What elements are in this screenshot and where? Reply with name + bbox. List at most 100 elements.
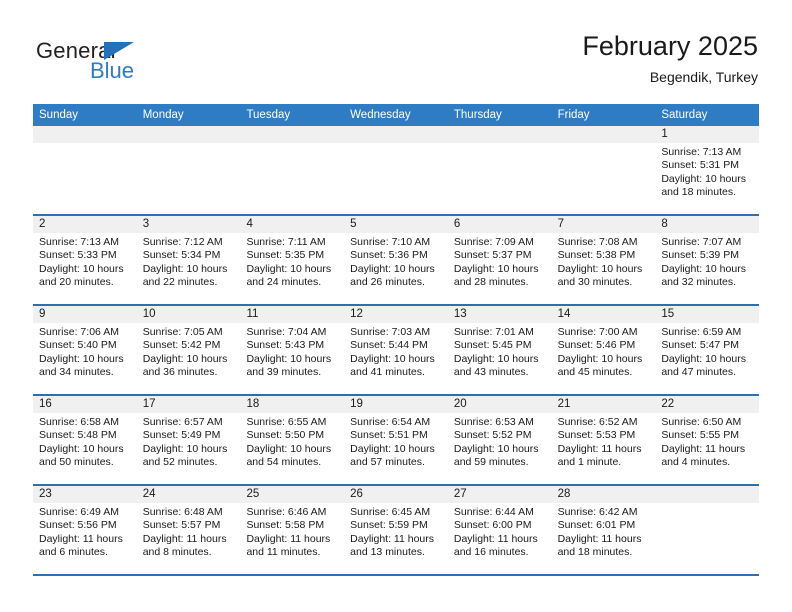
daylight-text-line2: and 30 minutes. xyxy=(557,276,633,289)
sunrise-text: Sunrise: 7:04 AM xyxy=(246,326,327,338)
sunrise-text: Sunrise: 7:03 AM xyxy=(350,326,431,338)
calendar-day-cell[interactable]: 28 Sunrise: 6:42 AM Sunset: 6:01 PM Dayligh… xyxy=(551,486,656,574)
calendar-day-cell[interactable]: 11 Sunrise: 7:04 AM Sunset: 5:43 PM Dayligh… xyxy=(240,306,345,394)
calendar-day-cell[interactable]: 12 Sunrise: 7:03 AM Sunset: 5:44 PM Dayligh… xyxy=(344,306,448,394)
day-number: 5 xyxy=(344,216,448,233)
daylight-text-line2: and 16 minutes. xyxy=(453,546,529,559)
calendar-day-cell[interactable]: 15 Sunrise: 6:59 AM Sunset: 5:47 PM Dayligh… xyxy=(655,306,760,394)
daylight-text-line1: Daylight: 10 hours xyxy=(661,262,746,275)
calendar-day-cell[interactable]: 19 Sunrise: 6:54 AM Sunset: 5:51 PM Dayligh… xyxy=(344,396,448,484)
calendar-day-cell[interactable]: 16 Sunrise: 6:58 AM Sunset: 5:48 PM Dayligh… xyxy=(33,396,137,484)
calendar-day-cell[interactable]: 13 Sunrise: 7:01 AM Sunset: 5:45 PM Dayligh… xyxy=(447,306,552,394)
day-number: 3 xyxy=(136,216,241,233)
daylight-text-line2: and 54 minutes. xyxy=(246,456,322,469)
day-number: 24 xyxy=(136,486,241,503)
sunrise-text: Sunrise: 6:52 AM xyxy=(557,416,638,428)
sunrise-text: Sunrise: 6:49 AM xyxy=(39,506,119,518)
sunrise-text: Sunrise: 7:01 AM xyxy=(453,326,534,338)
sunrise-text: Sunrise: 7:12 AM xyxy=(142,236,223,248)
calendar-day-cell[interactable]: 7 Sunrise: 7:08 AM Sunset: 5:38 PM Daylight… xyxy=(551,216,656,304)
day-number: 23 xyxy=(33,486,137,503)
daylight-text-line2: and 24 minutes. xyxy=(246,276,322,289)
page-header: General Blue February 2025 Begendik, Tur… xyxy=(0,0,792,104)
daylight-text-line1: Daylight: 10 hours xyxy=(39,352,124,365)
calendar-day-cell-empty xyxy=(344,126,448,214)
day-number: 10 xyxy=(136,306,241,323)
calendar-day-cell[interactable]: 20 Sunrise: 6:53 AM Sunset: 5:52 PM Dayligh… xyxy=(447,396,552,484)
daylight-text-line1: Daylight: 11 hours xyxy=(246,532,331,545)
calendar-day-cell[interactable]: 2 Sunrise: 7:13 AM Sunset: 5:33 PM Daylight… xyxy=(33,216,137,304)
calendar-day-cell[interactable]: 1 Sunrise: 7:13 AM Sunset: 5:31 PM Daylight… xyxy=(655,126,760,214)
sunset-text: Sunset: 5:42 PM xyxy=(142,339,221,352)
calendar-day-cell[interactable]: 10 Sunrise: 7:05 AM Sunset: 5:42 PM Dayligh… xyxy=(136,306,241,394)
sunrise-text: Sunrise: 6:44 AM xyxy=(453,506,534,518)
sunrise-text: Sunrise: 7:06 AM xyxy=(39,326,119,338)
daylight-text-line2: and 4 minutes. xyxy=(661,456,731,469)
day-details: Sunrise: 6:49 AM Sunset: 5:56 PM Daylight:… xyxy=(33,503,137,560)
day-number xyxy=(551,126,656,143)
day-details: Sunrise: 6:50 AM Sunset: 5:55 PM Daylight:… xyxy=(655,413,759,470)
calendar-day-cell-empty xyxy=(33,126,137,214)
daylight-text-line1: Daylight: 10 hours xyxy=(557,352,643,365)
day-number: 4 xyxy=(240,216,345,233)
sunset-text: Sunset: 5:46 PM xyxy=(557,339,636,352)
day-number xyxy=(655,486,760,503)
calendar-day-cell[interactable]: 23 Sunrise: 6:49 AM Sunset: 5:56 PM Dayligh… xyxy=(33,486,137,574)
day-details: Sunrise: 7:01 AM Sunset: 5:45 PM Daylight:… xyxy=(448,323,552,380)
calendar-day-cell[interactable]: 3 Sunrise: 7:12 AM Sunset: 5:34 PM Daylight… xyxy=(136,216,241,304)
daylight-text-line1: Daylight: 10 hours xyxy=(39,442,124,455)
calendar-day-cell-empty xyxy=(136,126,241,214)
sunset-text: Sunset: 5:53 PM xyxy=(557,429,636,442)
day-number: 28 xyxy=(551,486,656,503)
day-details: Sunrise: 7:12 AM Sunset: 5:34 PM Daylight:… xyxy=(137,233,241,290)
sunrise-text: Sunrise: 7:11 AM xyxy=(246,236,326,248)
sunset-text: Sunset: 5:40 PM xyxy=(39,339,117,352)
daylight-text-line2: and 22 minutes. xyxy=(142,276,218,289)
calendar-day-cell[interactable]: 14 Sunrise: 7:00 AM Sunset: 5:46 PM Dayligh… xyxy=(551,306,656,394)
day-details: Sunrise: 7:10 AM Sunset: 5:36 PM Daylight:… xyxy=(344,233,448,290)
sunrise-text: Sunrise: 6:57 AM xyxy=(142,416,223,428)
sunrise-text: Sunrise: 7:13 AM xyxy=(39,236,119,248)
calendar-day-cell[interactable]: 18 Sunrise: 6:55 AM Sunset: 5:50 PM Dayligh… xyxy=(240,396,345,484)
calendar-day-cell[interactable]: 24 Sunrise: 6:48 AM Sunset: 5:57 PM Dayligh… xyxy=(136,486,241,574)
calendar-day-cell[interactable]: 25 Sunrise: 6:46 AM Sunset: 5:58 PM Dayligh… xyxy=(240,486,345,574)
daylight-text-line2: and 47 minutes. xyxy=(661,366,737,379)
sunrise-text: Sunrise: 6:55 AM xyxy=(246,416,327,428)
day-number: 7 xyxy=(551,216,656,233)
sunset-text: Sunset: 5:44 PM xyxy=(350,339,428,352)
calendar-day-cell[interactable]: 4 Sunrise: 7:11 AM Sunset: 5:35 PM Daylight… xyxy=(240,216,345,304)
daylight-text-line2: and 20 minutes. xyxy=(39,276,114,289)
logo-text-blue: Blue xyxy=(90,58,135,83)
day-number xyxy=(344,126,448,143)
sunset-text: Sunset: 6:01 PM xyxy=(557,519,636,532)
calendar-day-cell-empty xyxy=(240,126,345,214)
calendar-weeks: 1 Sunrise: 7:13 AM Sunset: 5:31 PM Daylight… xyxy=(33,126,760,576)
calendar-day-cell-empty xyxy=(447,126,552,214)
calendar-day-cell[interactable]: 21 Sunrise: 6:52 AM Sunset: 5:53 PM Dayligh… xyxy=(551,396,656,484)
calendar-week-row: 23 Sunrise: 6:49 AM Sunset: 5:56 PM Dayligh… xyxy=(33,486,760,576)
calendar-day-cell[interactable]: 26 Sunrise: 6:45 AM Sunset: 5:59 PM Dayligh… xyxy=(344,486,448,574)
sunset-text: Sunset: 5:52 PM xyxy=(453,429,532,442)
calendar-day-cell[interactable]: 8 Sunrise: 7:07 AM Sunset: 5:39 PM Daylight… xyxy=(655,216,760,304)
day-details: Sunrise: 7:13 AM Sunset: 5:33 PM Daylight:… xyxy=(33,233,137,290)
day-number: 16 xyxy=(33,396,137,413)
weekday-header-wednesday: Wednesday xyxy=(350,109,411,121)
calendar-day-cell[interactable]: 17 Sunrise: 6:57 AM Sunset: 5:49 PM Dayligh… xyxy=(136,396,241,484)
daylight-text-line1: Daylight: 10 hours xyxy=(350,262,435,275)
day-number: 18 xyxy=(240,396,345,413)
calendar-day-cell[interactable]: 22 Sunrise: 6:50 AM Sunset: 5:55 PM Dayligh… xyxy=(655,396,760,484)
daylight-text-line2: and 11 minutes. xyxy=(246,546,321,559)
sunset-text: Sunset: 5:57 PM xyxy=(142,519,221,532)
calendar-day-cell[interactable]: 27 Sunrise: 6:44 AM Sunset: 6:00 PM Dayligh… xyxy=(447,486,552,574)
calendar-day-cell[interactable]: 5 Sunrise: 7:10 AM Sunset: 5:36 PM Daylight… xyxy=(344,216,448,304)
sunset-text: Sunset: 5:33 PM xyxy=(39,249,117,262)
calendar-day-cell[interactable]: 6 Sunrise: 7:09 AM Sunset: 5:37 PM Daylight… xyxy=(447,216,552,304)
day-details: Sunrise: 6:48 AM Sunset: 5:57 PM Daylight:… xyxy=(137,503,241,560)
day-number: 13 xyxy=(447,306,552,323)
sunset-text: Sunset: 5:34 PM xyxy=(142,249,221,262)
calendar-day-cell[interactable]: 9 Sunrise: 7:06 AM Sunset: 5:40 PM Daylight… xyxy=(33,306,137,394)
day-details: Sunrise: 6:45 AM Sunset: 5:59 PM Daylight:… xyxy=(344,503,448,560)
calendar-week-row: 9 Sunrise: 7:06 AM Sunset: 5:40 PM Daylight… xyxy=(33,306,760,396)
day-details: Sunrise: 6:52 AM Sunset: 5:53 PM Daylight:… xyxy=(552,413,656,470)
day-number: 26 xyxy=(344,486,448,503)
